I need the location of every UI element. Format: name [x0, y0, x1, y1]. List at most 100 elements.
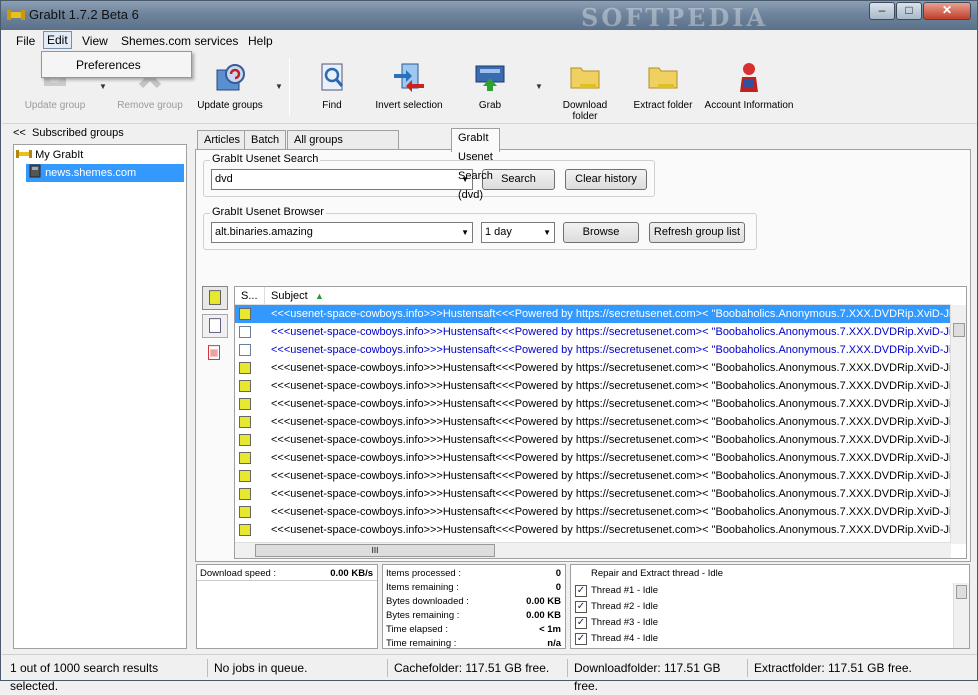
table-row[interactable]: <<<usenet-space-cowboys.info>>>Hustensaf…: [235, 431, 951, 449]
new-article-icon: [239, 524, 251, 536]
maximize-button[interactable]: □: [896, 2, 922, 20]
results-header: S... Subject ▲: [235, 287, 951, 305]
column-subject[interactable]: Subject: [271, 290, 308, 302]
tab-articles[interactable]: Articles: [197, 130, 248, 151]
grab-icon: [473, 60, 507, 94]
table-row[interactable]: <<<usenet-space-cowboys.info>>>Hustensaf…: [235, 467, 951, 485]
threads-panel: Repair and Extract thread - Idle ✓ Thread…: [570, 564, 970, 649]
tab-usenet-search[interactable]: GrabIt Usenet Search (dvd): [451, 128, 500, 201]
tab-all-groups[interactable]: All groups (news.shemes.com): [287, 130, 400, 165]
row-subject: <<<usenet-space-cowboys.info>>>Hustensaf…: [271, 308, 951, 320]
stat-label: Items remaining :: [386, 582, 459, 593]
invert-selection-icon: [392, 60, 426, 94]
vertical-scrollbar[interactable]: [950, 305, 966, 544]
filter-read-button[interactable]: [202, 314, 228, 338]
search-tab-body: GrabIt Usenet Search dvd ▼ Search Clear …: [195, 149, 971, 562]
status-cachefolder: Cachefolder: 117.51 GB free.: [388, 659, 568, 677]
table-row[interactable]: <<<usenet-space-cowboys.info>>>Hustensaf…: [235, 395, 951, 413]
subscribed-groups-header: << Subscribed groups: [13, 127, 124, 139]
read-article-icon: [239, 326, 251, 338]
download-speed-value: 0.00 KB/s: [330, 568, 373, 579]
update-groups-icon: [213, 60, 247, 94]
thread-checkbox[interactable]: ✓: [575, 585, 587, 597]
close-button[interactable]: ✕: [923, 2, 971, 20]
table-row[interactable]: <<<usenet-space-cowboys.info>>>Hustensaf…: [235, 503, 951, 521]
stat-label: Bytes remaining :: [386, 610, 460, 621]
thread-checkbox[interactable]: ✓: [575, 601, 587, 613]
update-groups-button[interactable]: Update groups: [196, 58, 264, 111]
progress-stats-panel: Items processed : 0 Items remaining : 0 Byte…: [382, 564, 566, 649]
chevron-down-icon[interactable]: ▼: [543, 223, 551, 242]
menu-shemes-services[interactable]: Shemes.com services: [117, 33, 242, 49]
grab-dropdown-icon[interactable]: ▼: [535, 82, 543, 91]
find-label: Find: [322, 100, 342, 111]
tree-node-my-grabit[interactable]: My GrabIt: [16, 146, 83, 164]
menu-help[interactable]: Help: [244, 33, 277, 49]
column-status[interactable]: S...: [241, 290, 258, 302]
app-window: GrabIt 1.7.2 Beta 6 SOFTPEDIA – □ ✕ File…: [0, 0, 978, 693]
download-folder-button[interactable]: Download folder: [549, 58, 621, 122]
table-row[interactable]: <<<usenet-space-cowboys.info>>>Hustensaf…: [235, 449, 951, 467]
extract-folder-label: Extract folder: [633, 100, 693, 111]
usenet-browser-group: GrabIt Usenet Browser alt.binaries.amazi…: [203, 206, 757, 250]
newsgroup-combo[interactable]: alt.binaries.amazing ▼: [211, 222, 473, 243]
browse-button[interactable]: Browse: [563, 222, 639, 243]
remove-group-label: Remove group: [117, 100, 183, 111]
status-downloadfolder: Downloadfolder: 117.51 GB free.: [568, 659, 748, 693]
chevron-down-icon[interactable]: ▼: [461, 223, 469, 242]
table-row[interactable]: <<<usenet-space-cowboys.info>>>Hustensaf…: [235, 359, 951, 377]
horizontal-scrollbar[interactable]: III: [235, 542, 951, 558]
results-rows: <<<usenet-space-cowboys.info>>>Hustensaf…: [235, 305, 951, 558]
tree-node-news-shemes[interactable]: news.shemes.com: [26, 164, 184, 182]
scroll-thumb[interactable]: [953, 323, 965, 337]
thread-checkbox[interactable]: ✓: [575, 617, 587, 629]
minimize-button[interactable]: –: [869, 2, 895, 20]
new-article-icon: [239, 506, 251, 518]
menu-edit[interactable]: Edit: [43, 31, 72, 49]
stat-value: 0.00 KB: [526, 596, 561, 607]
table-row[interactable]: <<<usenet-space-cowboys.info>>>Hustensaf…: [235, 323, 951, 341]
table-row[interactable]: <<<usenet-space-cowboys.info>>>Hustensaf…: [235, 377, 951, 395]
row-subject: <<<usenet-space-cowboys.info>>>Hustensaf…: [271, 452, 951, 464]
find-button[interactable]: Find: [312, 58, 352, 111]
tab-batch[interactable]: Batch: [244, 130, 287, 151]
extract-folder-button[interactable]: Extract folder: [632, 58, 694, 111]
read-article-icon: [239, 344, 251, 356]
account-information-button[interactable]: Account Information: [704, 58, 794, 111]
download-speed-panel: Download speed : 0.00 KB/s: [196, 564, 378, 649]
row-subject: <<<usenet-space-cowboys.info>>>Hustensaf…: [271, 380, 951, 392]
update-group-dropdown-icon[interactable]: ▼: [99, 82, 107, 91]
update-group-label: Update group: [24, 100, 86, 111]
table-row[interactable]: <<<usenet-space-cowboys.info>>>Hustensaf…: [235, 521, 951, 539]
threads-scroll-thumb[interactable]: [956, 585, 967, 599]
table-row[interactable]: <<<usenet-space-cowboys.info>>>Hustensaf…: [235, 413, 951, 431]
menu-item-preferences[interactable]: Preferences: [76, 58, 141, 72]
filter-deleted-button[interactable]: [202, 342, 228, 366]
new-article-icon: [239, 470, 251, 482]
account-information-icon: [732, 60, 766, 94]
collapse-panel-button[interactable]: <<: [13, 127, 26, 139]
watermark: SOFTPEDIA: [581, 3, 769, 32]
refresh-group-list-button[interactable]: Refresh group list: [649, 222, 745, 243]
thread-checkbox[interactable]: ✓: [575, 633, 587, 645]
menu-file[interactable]: File: [12, 33, 39, 49]
new-article-icon: [239, 380, 251, 392]
update-groups-dropdown-icon[interactable]: ▼: [275, 82, 283, 91]
table-row[interactable]: <<<usenet-space-cowboys.info>>>Hustensaf…: [235, 341, 951, 359]
thread-label: Thread #1 - Idle: [591, 585, 659, 596]
table-row[interactable]: <<<usenet-space-cowboys.info>>>Hustensaf…: [235, 305, 951, 323]
search-query-combo[interactable]: dvd ▼: [211, 169, 473, 190]
invert-selection-button[interactable]: Invert selection: [374, 58, 444, 111]
download-speed-label: Download speed :: [200, 568, 277, 579]
clear-history-button[interactable]: Clear history: [565, 169, 647, 190]
menu-view[interactable]: View: [78, 33, 112, 49]
filter-new-button[interactable]: [202, 286, 228, 310]
grab-button[interactable]: Grab: [470, 58, 510, 111]
hscroll-thumb[interactable]: III: [255, 544, 495, 557]
search-query-value: dvd: [215, 173, 233, 185]
search-button[interactable]: Search: [482, 169, 555, 190]
period-combo[interactable]: 1 day ▼: [481, 222, 555, 243]
table-row[interactable]: <<<usenet-space-cowboys.info>>>Hustensaf…: [235, 485, 951, 503]
row-subject: <<<usenet-space-cowboys.info>>>Hustensaf…: [271, 488, 951, 500]
threads-scrollbar[interactable]: [953, 583, 969, 648]
